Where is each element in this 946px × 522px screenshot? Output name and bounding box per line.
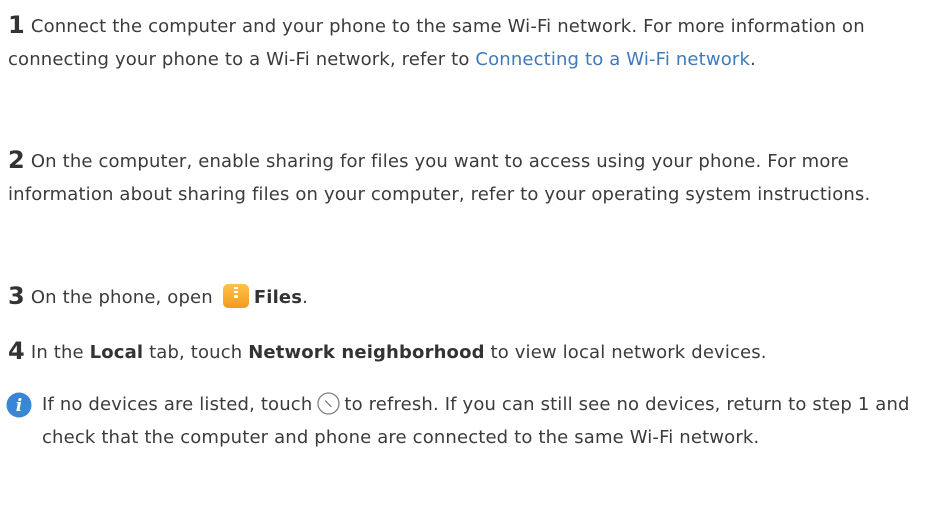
step-number: 1 [8, 11, 25, 39]
local-tab-label: Local [89, 342, 144, 363]
step-2: 2 On the computer, enable sharing for fil… [8, 144, 938, 211]
refresh-icon [317, 392, 341, 415]
step-number: 2 [8, 146, 25, 174]
step-3: 3 On the phone, open Files. [8, 280, 938, 314]
note-text: If no devices are listed, touch to refres… [6, 388, 938, 454]
step-number: 4 [8, 337, 25, 365]
network-neighborhood-label: Network neighborhood [248, 342, 485, 363]
info-icon: i [6, 392, 32, 418]
step-number: 3 [8, 282, 25, 310]
files-app-icon [222, 284, 249, 308]
step-1: 1 Connect the computer and your phone to … [8, 9, 938, 76]
step-text: tab, touch [143, 342, 249, 363]
files-app-name: Files [253, 287, 303, 308]
step-text: On the phone, open [30, 287, 213, 308]
step-text-end: . [302, 287, 308, 308]
step-text: In the [30, 342, 90, 363]
step-text: On the computer, enable sharing for file… [8, 151, 871, 205]
step-4: 4 In the Local tab, touch Network neighbo… [8, 335, 938, 369]
step-text: to view local network devices. [484, 342, 767, 363]
step-text-end: . [750, 49, 756, 70]
note: i If no devices are listed, touch to refr… [6, 388, 938, 454]
connecting-to-wifi-link[interactable]: Connecting to a Wi-Fi network [475, 49, 750, 70]
svg-text:i: i [16, 396, 23, 416]
note-text-start: If no devices are listed, touch [42, 394, 313, 415]
